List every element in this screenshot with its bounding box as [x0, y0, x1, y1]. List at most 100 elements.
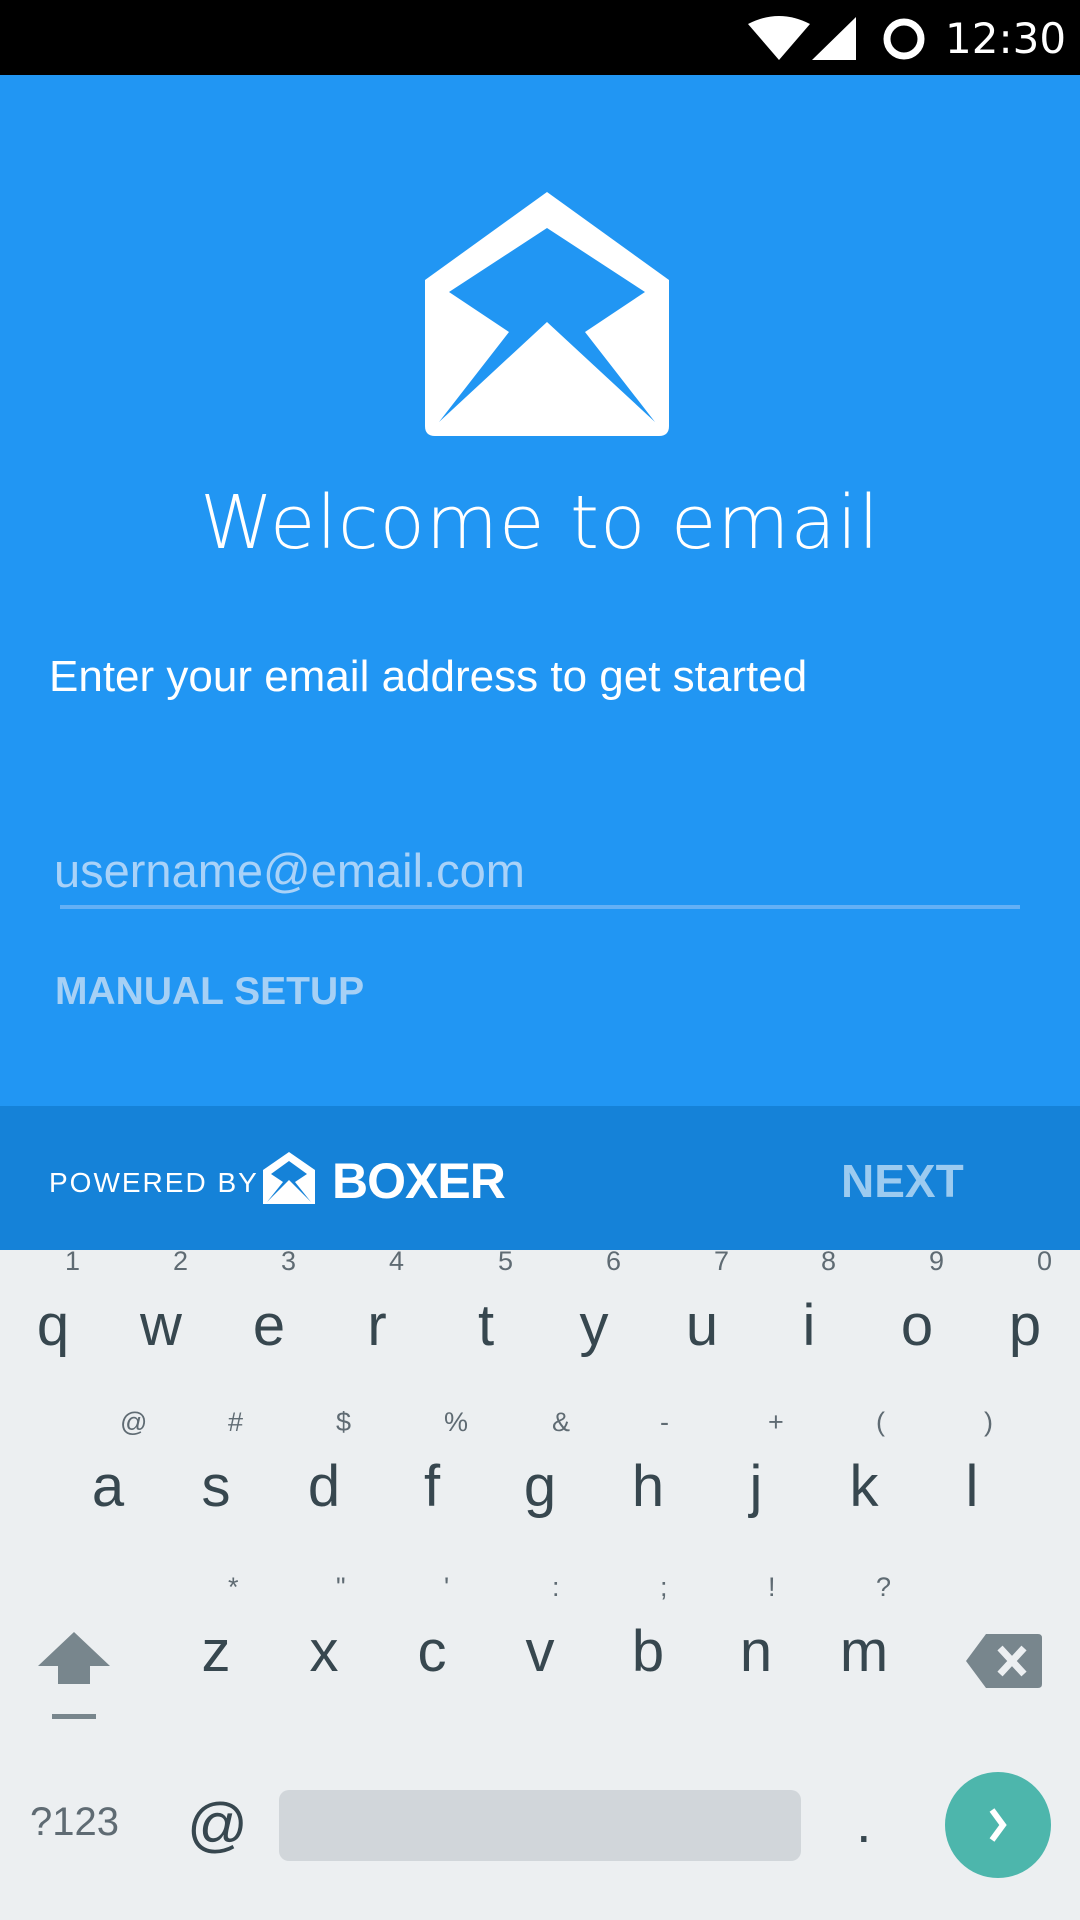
key-hint: '	[444, 1572, 450, 1602]
key-label: h	[631, 1454, 665, 1519]
key-hint: 8	[821, 1246, 837, 1276]
boxer-brand: BOXER	[332, 1153, 506, 1209]
key-label: i	[802, 1293, 816, 1358]
key-n[interactable]: ! n	[706, 1572, 806, 1722]
key-label: b	[631, 1619, 665, 1684]
key-v[interactable]: :v	[490, 1572, 590, 1722]
key-hint: 5	[498, 1246, 514, 1276]
cell-signal-icon	[812, 17, 856, 60]
key-hint: -	[660, 1407, 669, 1437]
key-r[interactable]: 4r	[327, 1246, 427, 1396]
key-label: u	[685, 1293, 719, 1358]
clock: 12:30	[945, 14, 1067, 63]
key-label: d	[307, 1454, 341, 1519]
key-label: q	[36, 1293, 70, 1358]
subtitle: Enter your email address to get started	[49, 652, 808, 701]
key-q[interactable]: 1q	[3, 1246, 103, 1396]
key-label: x	[309, 1619, 339, 1684]
key-hint: ;	[660, 1572, 668, 1602]
enter-key[interactable]	[945, 1772, 1051, 1878]
symbols-key[interactable]: ?123	[30, 1800, 119, 1845]
key-label: v	[525, 1619, 555, 1684]
key-label: f	[423, 1454, 441, 1519]
key-hint: 6	[606, 1246, 622, 1276]
next-button[interactable]: NEXT	[841, 1154, 964, 1208]
chevron-right-icon	[989, 1808, 1007, 1842]
key-hint: 9	[929, 1246, 945, 1276]
key-hint: "	[336, 1572, 346, 1602]
backspace-key-icon[interactable]	[966, 1634, 1042, 1688]
key-hint: !	[768, 1572, 776, 1602]
key-z[interactable]: * z	[166, 1572, 266, 1722]
key-label: p	[1008, 1293, 1042, 1358]
key-t[interactable]: 5t	[436, 1246, 536, 1396]
key-hint: )	[984, 1407, 993, 1437]
key-hint: %	[444, 1407, 469, 1437]
circle-icon	[883, 18, 925, 60]
key-label: r	[367, 1293, 387, 1358]
at-key[interactable]: @	[187, 1790, 248, 1859]
key-hint: #	[228, 1407, 244, 1437]
key-hint: *	[228, 1572, 239, 1602]
key-c[interactable]: ' c	[382, 1572, 482, 1722]
key-hint: (	[876, 1407, 885, 1437]
key-label: n	[739, 1619, 773, 1684]
key-label: y	[579, 1293, 609, 1358]
key-y[interactable]: 6y	[544, 1246, 644, 1396]
page-title: Welcome to email	[200, 480, 880, 566]
key-w[interactable]: 2w	[111, 1246, 211, 1396]
key-hint: $	[336, 1407, 352, 1437]
key-label: a	[91, 1454, 125, 1519]
key-label: s	[201, 1454, 231, 1519]
key-hint: 2	[173, 1246, 189, 1276]
key-label: l	[965, 1454, 979, 1519]
key-hint: 3	[281, 1246, 297, 1276]
key-hint: 1	[65, 1246, 81, 1276]
key-label: o	[900, 1293, 934, 1358]
space-key[interactable]	[279, 1790, 801, 1861]
key-label: k	[849, 1454, 879, 1519]
key-m[interactable]: ? m	[814, 1572, 914, 1722]
envelope-logo-icon	[425, 192, 669, 436]
key-hint: @	[120, 1407, 148, 1437]
key-label: w	[140, 1293, 182, 1358]
wifi-icon	[748, 16, 810, 60]
key-d[interactable]: $ d	[274, 1407, 374, 1557]
key-hint: 4	[389, 1246, 405, 1276]
key-p[interactable]: 0p	[975, 1246, 1075, 1396]
key-o[interactable]: 9o	[867, 1246, 967, 1396]
key-h[interactable]: -h	[598, 1407, 698, 1557]
key-j[interactable]: + j	[706, 1407, 806, 1557]
key-label: j	[749, 1454, 763, 1519]
manual-setup-button[interactable]: MANUAL SETUP	[55, 970, 364, 1014]
key-b[interactable]: ; b	[598, 1572, 698, 1722]
email-input[interactable]	[54, 838, 1020, 902]
key-e[interactable]: 3e	[219, 1246, 319, 1396]
period-key[interactable]: .	[856, 1790, 872, 1855]
shift-key-icon[interactable]	[38, 1632, 110, 1722]
key-a[interactable]: @ a	[58, 1407, 158, 1557]
powered-by-label: POWERED BY	[49, 1167, 259, 1198]
key-l[interactable]: ) l	[922, 1407, 1022, 1557]
key-f[interactable]: % f	[382, 1407, 482, 1557]
input-underline	[60, 905, 1020, 909]
key-label: z	[201, 1619, 231, 1684]
key-k[interactable]: (k	[814, 1407, 914, 1557]
key-label: g	[523, 1454, 557, 1519]
key-label: t	[477, 1293, 495, 1358]
key-hint: 7	[714, 1246, 730, 1276]
key-s[interactable]: # s	[166, 1407, 266, 1557]
boxer-logo-icon	[263, 1152, 315, 1204]
key-hint: ?	[876, 1572, 892, 1602]
key-hint: :	[552, 1572, 560, 1602]
key-x[interactable]: " x	[274, 1572, 374, 1722]
key-hint: &	[552, 1407, 571, 1437]
key-i[interactable]: 8i	[759, 1246, 859, 1396]
key-u[interactable]: 7u	[652, 1246, 752, 1396]
key-label: m	[839, 1619, 889, 1684]
key-hint: 0	[1037, 1246, 1053, 1276]
key-g[interactable]: & g	[490, 1407, 590, 1557]
key-label: c	[417, 1619, 447, 1684]
status-bar: 12:30	[0, 0, 1080, 75]
key-label: e	[252, 1293, 286, 1358]
